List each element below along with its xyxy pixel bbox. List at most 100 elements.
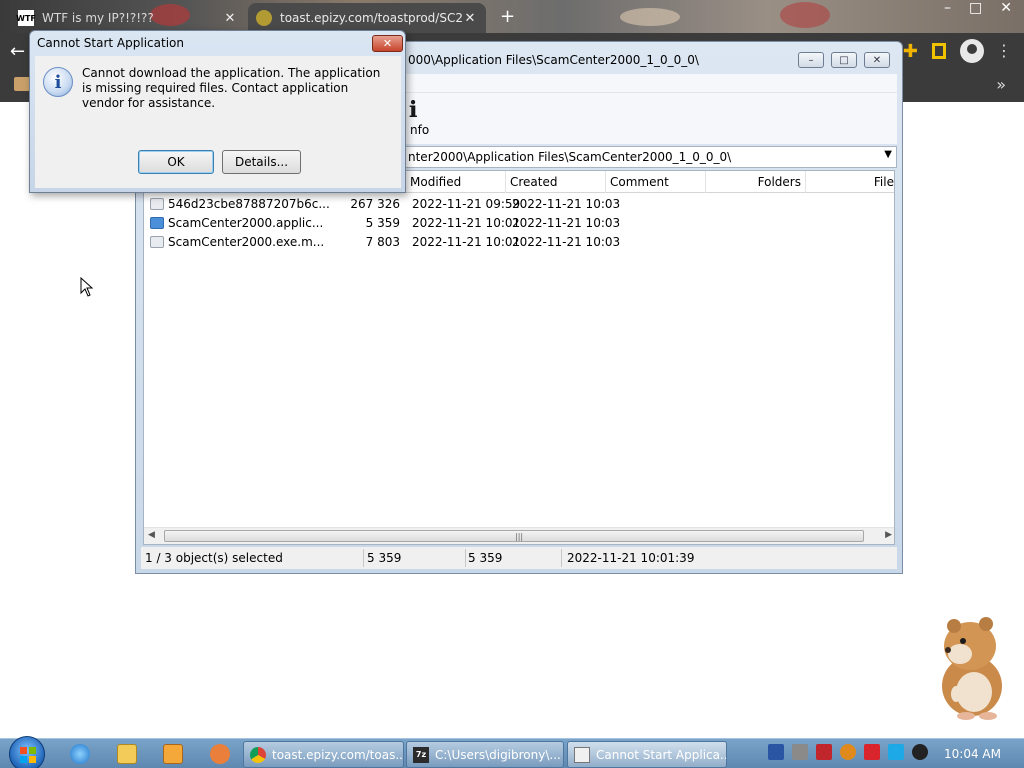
minimize-button[interactable]: –	[944, 0, 951, 16]
puzzle-extension-icon[interactable]: ✚	[903, 41, 918, 62]
tab-title: WTF is my IP?!?!??	[42, 11, 154, 25]
dialog-body: i Cannot download the application. The a…	[35, 56, 401, 188]
taskbar-button-label: C:\Users\digibrony\...	[435, 747, 561, 762]
file-size: 5 359	[365, 216, 400, 230]
cannot-start-dialog: Cannot Start Application ✕ i Cannot down…	[29, 30, 406, 193]
bookmark-icon[interactable]	[14, 77, 30, 91]
dialog-window-icon	[574, 746, 590, 763]
chrome-icon	[250, 746, 266, 763]
status-bar: 1 / 3 object(s) selected 5 359 5 359 202…	[141, 547, 897, 569]
column-folders[interactable]: Folders	[706, 171, 806, 193]
app-shortcut-icon[interactable]	[210, 744, 230, 764]
hamster-mascot-icon	[942, 617, 1002, 720]
background-splat	[620, 8, 680, 26]
close-window-button[interactable]: ✕	[1000, 0, 1012, 16]
system-tray	[768, 744, 928, 760]
selection-status: 1 / 3 object(s) selected	[145, 551, 283, 565]
scroll-left-icon[interactable]: ◀	[148, 530, 155, 540]
file-row[interactable]: ScamCenter2000.applic... 5 359 2022-11-2…	[144, 214, 894, 233]
tray-app-icon[interactable]	[792, 744, 808, 760]
sidepanel-icon[interactable]	[932, 43, 946, 59]
file-size: 267 326	[350, 197, 400, 211]
status-divider	[561, 549, 562, 567]
ok-button[interactable]: OK	[138, 150, 214, 174]
tray-monitor-icon[interactable]	[888, 744, 904, 760]
taskbar-button-dialog[interactable]: Cannot Start Applica...	[567, 741, 727, 768]
site-favicon-icon	[256, 10, 272, 26]
close-dialog-button[interactable]: ✕	[372, 35, 403, 52]
taskbar-button-chrome[interactable]: toast.epizy.com/toas...	[243, 741, 404, 768]
tab-title: toast.epizy.com/toastprod/SC2K	[280, 11, 462, 25]
profile-avatar-icon[interactable]	[960, 39, 984, 63]
file-icon	[150, 236, 164, 248]
explorer-folder-icon[interactable]	[117, 744, 137, 764]
info-icon[interactable]: i	[409, 97, 420, 123]
file-name: ScamCenter2000.applic...	[168, 216, 324, 230]
file-row[interactable]: ScamCenter2000.exe.m... 7 803 2022-11-21…	[144, 233, 894, 252]
tray-search-icon[interactable]	[840, 744, 856, 760]
application-file-icon	[150, 217, 164, 229]
status-divider	[363, 549, 364, 567]
wtf-favicon-icon: WTF	[16, 10, 36, 26]
file-created: 2022-11-21 10:03	[512, 235, 621, 249]
status-divider	[465, 549, 466, 567]
file-created: 2022-11-21 10:03	[512, 197, 621, 211]
file-list[interactable]: Modified Created Comment Folders File 54…	[143, 170, 895, 545]
taskbar-button-7zip[interactable]: 7z C:\Users\digibrony\...	[406, 741, 564, 768]
close-tab-icon[interactable]: ✕	[222, 11, 238, 26]
address-path[interactable]: nter2000\Application Files\ScamCenter200…	[408, 150, 731, 164]
file-name: 546d23cbe87887207b6c...	[168, 197, 330, 211]
new-tab-button[interactable]: +	[500, 6, 515, 27]
browser-window-controls: – □ ✕	[944, 0, 1012, 16]
file-modified: 2022-11-21 10:01	[412, 216, 521, 230]
chevron-more-icon[interactable]: »	[996, 75, 1006, 94]
file-icon	[150, 198, 164, 210]
column-modified[interactable]: Modified	[406, 171, 506, 193]
close-window-button[interactable]: ✕	[864, 52, 890, 68]
toolbar-extensions: ✚	[903, 39, 984, 63]
selected-size: 5 359	[367, 551, 402, 565]
file-size: 7 803	[365, 235, 400, 249]
media-player-icon[interactable]	[163, 744, 183, 764]
windows-logo-icon	[20, 747, 36, 763]
file-row[interactable]: 546d23cbe87887207b6c... 267 326 2022-11-…	[144, 195, 894, 214]
column-comment[interactable]: Comment	[606, 171, 706, 193]
taskbar-clock[interactable]: 10:04 AM	[944, 747, 1001, 761]
maximize-button[interactable]: □	[831, 52, 857, 68]
packed-size: 5 359	[468, 551, 503, 565]
file-created: 2022-11-21 10:03	[512, 216, 621, 230]
taskbar-button-label: Cannot Start Applica...	[596, 747, 727, 762]
dialog-title: Cannot Start Application	[37, 36, 184, 50]
chevron-down-icon[interactable]: ▼	[884, 149, 892, 160]
tray-flag-icon[interactable]	[864, 744, 880, 760]
menu-dots-icon[interactable]: ⋮	[996, 41, 1012, 60]
internet-explorer-icon[interactable]	[70, 744, 90, 764]
scroll-thumb[interactable]: |||	[164, 530, 864, 542]
window-title: 000\Application Files\ScamCenter2000_1_0…	[408, 53, 699, 67]
column-files[interactable]: File	[806, 171, 894, 193]
tray-antivirus-icon[interactable]	[816, 744, 832, 760]
scroll-right-icon[interactable]: ▶	[885, 530, 892, 540]
dialog-message: Cannot download the application. The app…	[82, 66, 381, 110]
file-modified: 2022-11-21 09:59	[412, 197, 521, 211]
grip-icon: |||	[515, 532, 524, 541]
column-created[interactable]: Created	[506, 171, 606, 193]
information-icon: i	[43, 67, 73, 97]
info-button-label[interactable]: nfo	[410, 123, 429, 137]
modified-datetime: 2022-11-21 10:01:39	[567, 551, 695, 565]
horizontal-scrollbar[interactable]: ◀ ||| ▶	[144, 527, 894, 544]
tab-toast-epizy[interactable]: toast.epizy.com/toastprod/SC2K ✕	[248, 3, 486, 33]
tab-wtf-is-my-ip[interactable]: WTF WTF is my IP?!?!?? ✕	[10, 3, 246, 33]
browser-tabstrip: WTF WTF is my IP?!?!?? ✕ toast.epizy.com…	[0, 0, 1024, 33]
back-arrow-icon[interactable]: ←	[10, 41, 25, 62]
minimize-button[interactable]: –	[798, 52, 824, 68]
tray-volume-icon[interactable]	[912, 744, 928, 760]
close-tab-icon[interactable]: ✕	[462, 11, 478, 26]
start-button[interactable]	[9, 736, 45, 768]
maximize-button[interactable]: □	[969, 0, 982, 16]
background-splat	[780, 2, 830, 28]
file-modified: 2022-11-21 10:01	[412, 235, 521, 249]
details-button[interactable]: Details...	[222, 150, 301, 174]
7zip-icon: 7z	[413, 746, 429, 763]
tray-network-icon[interactable]	[768, 744, 784, 760]
